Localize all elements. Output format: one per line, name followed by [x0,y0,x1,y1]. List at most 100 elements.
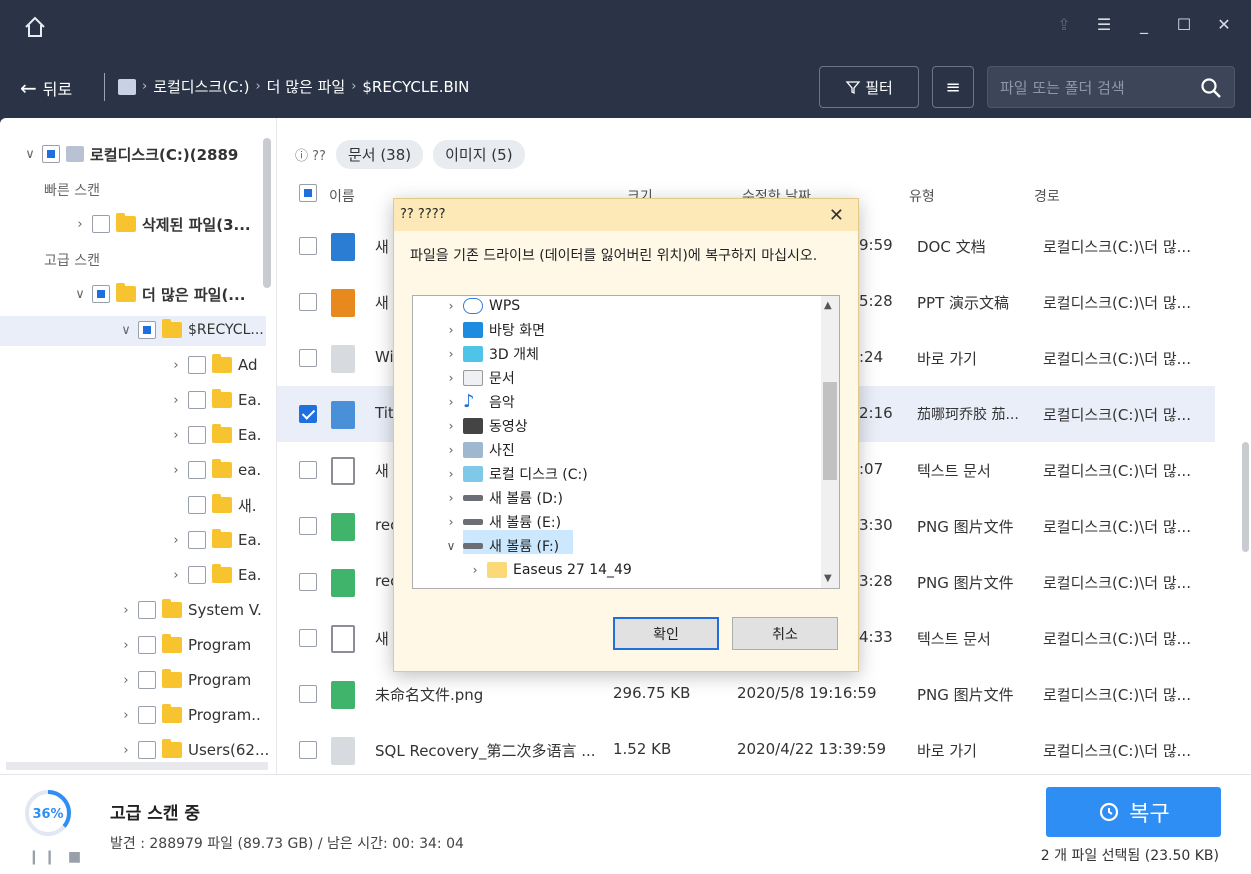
row-checkbox[interactable] [299,461,317,479]
row-checkbox[interactable] [299,685,317,703]
folder-item-selected[interactable]: ∨ 새 볼륨 (F:) [445,534,560,558]
dialog-close-icon[interactable]: ✕ [829,205,844,226]
chevron-right-icon[interactable]: › [170,393,182,408]
scrollbar-thumb[interactable] [823,382,837,480]
folder-item[interactable]: › 사진 [445,438,515,462]
chevron-right-icon[interactable]: › [170,428,182,443]
tree-checkbox[interactable] [188,356,206,374]
folder-item[interactable]: › WPS [445,296,520,318]
table-row[interactable]: SQL Recovery_第二次多语言 ... 1.52 KB 2020/4/2… [277,722,1215,778]
folder-item[interactable]: › 새 볼륨 (D:) [445,486,563,510]
folder-item[interactable]: › 동영상 [445,414,528,438]
tree-item[interactable]: › Program [120,668,251,692]
row-checkbox[interactable] [299,293,317,311]
search-box[interactable] [987,66,1235,108]
tree-checkbox[interactable] [92,215,110,233]
folder-browser[interactable]: › WPS › 바탕 화면 › 3D 개체 › 문서 › ♪ 음악 › 동영상 › 사진 › 로컬… [412,295,840,589]
column-type[interactable]: 유형 [909,186,935,206]
search-input[interactable] [1000,77,1190,99]
tree-checkbox[interactable] [138,706,156,724]
breadcrumb-item[interactable]: $RECYCLE.BIN [362,78,469,96]
tree-item[interactable]: › Ea. [170,423,261,447]
tree-checkbox[interactable] [138,636,156,654]
chevron-right-icon[interactable]: › [170,463,182,478]
chevron-right-icon[interactable]: › [120,708,132,723]
folder-item[interactable]: › 문서 [445,366,515,390]
chevron-down-icon[interactable]: ∨ [74,287,86,302]
row-checkbox[interactable] [299,349,317,367]
folder-item[interactable]: › ♪ 음악 [445,390,515,414]
tree-checkbox[interactable] [138,601,156,619]
chevron-right-icon[interactable]: › [170,358,182,373]
column-name[interactable]: 이름 [329,186,355,206]
scrollbar-thumb[interactable] [1242,442,1249,552]
chevron-right-icon[interactable]: › [170,568,182,583]
filter-button[interactable]: 필터 [819,66,919,108]
file-list-scrollbar[interactable] [1239,182,1251,772]
help-icon[interactable]: ⓘ ?? [295,145,326,164]
select-all-checkbox[interactable] [299,184,317,202]
close-icon[interactable]: ✕ [1215,16,1233,34]
chevron-down-icon[interactable]: ∨ [24,147,36,162]
images-tag[interactable]: 이미지 (5) [433,140,525,169]
folder-item[interactable]: › 로컬 디스크 (C:) [445,462,588,486]
row-checkbox[interactable] [299,629,317,647]
back-button[interactable]: ← 뒤로 [20,76,72,100]
tree-checkbox[interactable] [138,741,156,759]
tree-checkbox[interactable] [138,321,156,339]
folder-item[interactable]: › 새 볼륨 (E:) [445,510,561,534]
tree-checkbox[interactable] [188,426,206,444]
tree-checkbox[interactable] [188,531,206,549]
cancel-button[interactable]: 취소 [732,617,838,650]
tree-item[interactable]: › Ad [170,353,258,377]
table-row[interactable]: 未命名文件.png 296.75 KB 2020/5/8 19:16:59 PN… [277,666,1215,722]
chevron-right-icon[interactable]: › [120,743,132,758]
menu-icon[interactable]: ☰ [1095,16,1113,34]
tree-item[interactable]: › Program [120,633,251,657]
column-path[interactable]: 경로 [1034,186,1060,206]
tree-item[interactable]: › Ea. [170,388,261,412]
chevron-right-icon[interactable]: › [120,638,132,653]
tree-item[interactable]: 새. [188,493,257,517]
chevron-down-icon[interactable]: ∨ [120,323,132,338]
folder-item[interactable]: › 바탕 화면 [445,318,545,342]
maximize-icon[interactable]: ☐ [1175,16,1193,34]
tree-checkbox[interactable] [188,566,206,584]
tree-checkbox[interactable] [92,285,110,303]
folder-browser-scrollbar[interactable]: ▲ ▼ [821,296,839,588]
ok-button[interactable]: 확인 [613,617,719,650]
minimize-icon[interactable]: _ [1135,16,1153,34]
folder-item[interactable]: › Easeus 27 14_49 [469,558,632,582]
tree-checkbox[interactable] [138,671,156,689]
breadcrumb-item[interactable]: 더 많은 파일 [267,76,346,97]
row-checkbox[interactable] [299,573,317,591]
tree-checkbox[interactable] [188,461,206,479]
list-menu-button[interactable]: ≡ [932,66,974,108]
tree-item[interactable]: › System V. [120,598,262,622]
chevron-right-icon[interactable]: › [120,603,132,618]
recover-button[interactable]: 복구 [1046,787,1221,837]
breadcrumb-item[interactable]: 로컬디스크(C:) [153,76,249,97]
share-icon[interactable]: ⇪ [1055,16,1073,34]
tree-item-deleted-files[interactable]: › 삭제된 파일(3... [74,212,251,236]
tree-item[interactable]: › Program.. [120,703,261,727]
scroll-down-icon[interactable]: ▼ [824,573,832,584]
search-icon[interactable] [1200,77,1222,99]
row-checkbox[interactable] [299,237,317,255]
tree-item[interactable]: › Users(62... [120,738,269,762]
chevron-right-icon[interactable]: › [74,217,86,232]
chevron-right-icon[interactable]: › [170,533,182,548]
pause-stop-controls[interactable]: ❙❙ ■ [28,849,85,865]
row-checkbox[interactable] [299,517,317,535]
tree-root[interactable]: ∨ 로컬디스크(C:)(2889 [24,142,238,166]
tree-item-recycle-bin[interactable]: ∨ $RECYCL... [120,318,264,342]
chevron-right-icon[interactable]: › [120,673,132,688]
tree-item[interactable]: › Ea. [170,563,261,587]
tree-checkbox[interactable] [42,145,60,163]
documents-tag[interactable]: 문서 (38) [335,140,424,169]
row-checkbox[interactable] [299,741,317,759]
tree-horizontal-scrollbar[interactable] [6,762,268,770]
tree-checkbox[interactable] [188,391,206,409]
home-icon[interactable] [22,14,48,40]
row-checkbox[interactable] [299,405,317,423]
